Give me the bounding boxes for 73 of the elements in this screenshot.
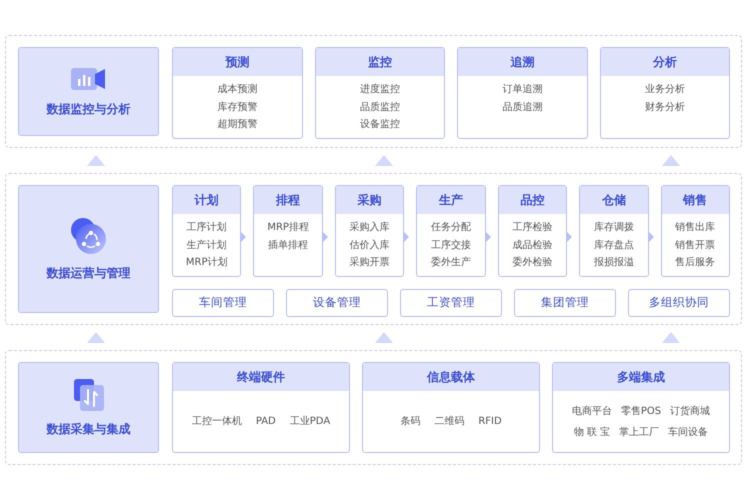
module-button[interactable]: 多组织协同: [628, 288, 730, 316]
module-item: MRP排程: [267, 220, 309, 235]
module-title: 计划: [173, 186, 240, 214]
module-item: 成品检验: [512, 238, 552, 252]
module-item: 库存预警: [217, 100, 258, 114]
module-title: 多端集成: [553, 363, 729, 391]
module-item: 委外检验: [512, 256, 552, 270]
module-title: 监控: [316, 48, 444, 76]
module-item: RFID: [478, 415, 502, 429]
module-title: 信息载体: [363, 363, 539, 391]
module-button[interactable]: 车间管理: [172, 288, 274, 316]
module-item: 订单追溯: [502, 82, 542, 97]
module-title: 预测: [173, 48, 302, 76]
module-item: 工序交接: [430, 238, 471, 252]
module-item: 二维码: [434, 414, 464, 429]
module-button[interactable]: 工资管理: [400, 288, 502, 316]
module-item: 条码: [400, 415, 420, 429]
module-item: 工序计划: [186, 220, 227, 235]
module-item: 品质追溯: [502, 100, 542, 114]
module-item: 插单排程: [268, 238, 308, 252]
network-icon: [68, 216, 108, 256]
module-title: 追溯: [458, 48, 586, 76]
layer-title: 数据监控与分析: [46, 100, 130, 118]
module-item: 工序检验: [512, 220, 552, 235]
triangle-icon: [375, 155, 393, 166]
module-item: 销售出库: [675, 220, 716, 235]
layer-title: 数据采集与集成: [46, 420, 130, 438]
module-item: 零售POS: [620, 404, 662, 418]
triangle-icon: [662, 332, 680, 343]
module-title: 生产: [417, 186, 485, 214]
module-item: 财务分析: [644, 100, 685, 114]
module-item: 设备监控: [360, 118, 400, 132]
module-title: 终端硬件: [173, 363, 349, 391]
module-item: 电商平台: [572, 404, 612, 418]
module-button[interactable]: 集团管理: [514, 288, 616, 316]
module-item: 售后服务: [675, 256, 716, 270]
module-item: 工业PDA: [290, 414, 330, 429]
module-item: 业务分析: [644, 82, 685, 97]
module-item: PAD: [256, 415, 276, 429]
module-button[interactable]: 设备管理: [286, 288, 388, 316]
module-item: 采购开票: [350, 256, 390, 270]
triangle-icon: [662, 155, 680, 166]
triangle-icon: [87, 155, 105, 166]
module-item: 采购入库: [350, 220, 390, 235]
module-item: 掌上工厂: [619, 426, 660, 440]
module-item: 委外生产: [430, 256, 471, 270]
triangle-icon: [375, 332, 393, 343]
triangle-icon: [87, 332, 105, 343]
module-item: MRP计划: [186, 256, 228, 270]
module-item: 物 联 宝: [574, 426, 610, 440]
module-item: 进度监控: [360, 82, 400, 97]
module-item: 库存盘点: [594, 238, 634, 252]
module-title: 品控: [498, 186, 566, 214]
module-item: 工控一体机: [192, 414, 242, 429]
module-title: 分析: [600, 48, 729, 76]
layer-title: 数据运营与管理: [46, 265, 130, 282]
module-item: 生产计划: [186, 238, 227, 252]
module-item: 报损报溢: [594, 256, 634, 270]
module-item: 任务分配: [430, 221, 471, 235]
module-title: 排程: [254, 186, 322, 214]
module-item: 销售开票: [675, 238, 716, 252]
module-item: 超期预警: [217, 118, 258, 132]
module-item: 库存调拨: [594, 220, 634, 235]
transfer-icon: [72, 378, 106, 412]
chart-camera-icon: [70, 66, 106, 92]
module-item: 订货商城: [670, 404, 710, 418]
module-item: 估价入库: [350, 238, 390, 252]
module-title: 仓储: [580, 186, 648, 214]
module-item: 品质监控: [360, 100, 400, 114]
module-item: 成本预测: [217, 82, 258, 97]
module-item: 车间设备: [668, 426, 708, 440]
module-title: 销售: [662, 186, 729, 214]
module-title: 采购: [336, 186, 404, 214]
